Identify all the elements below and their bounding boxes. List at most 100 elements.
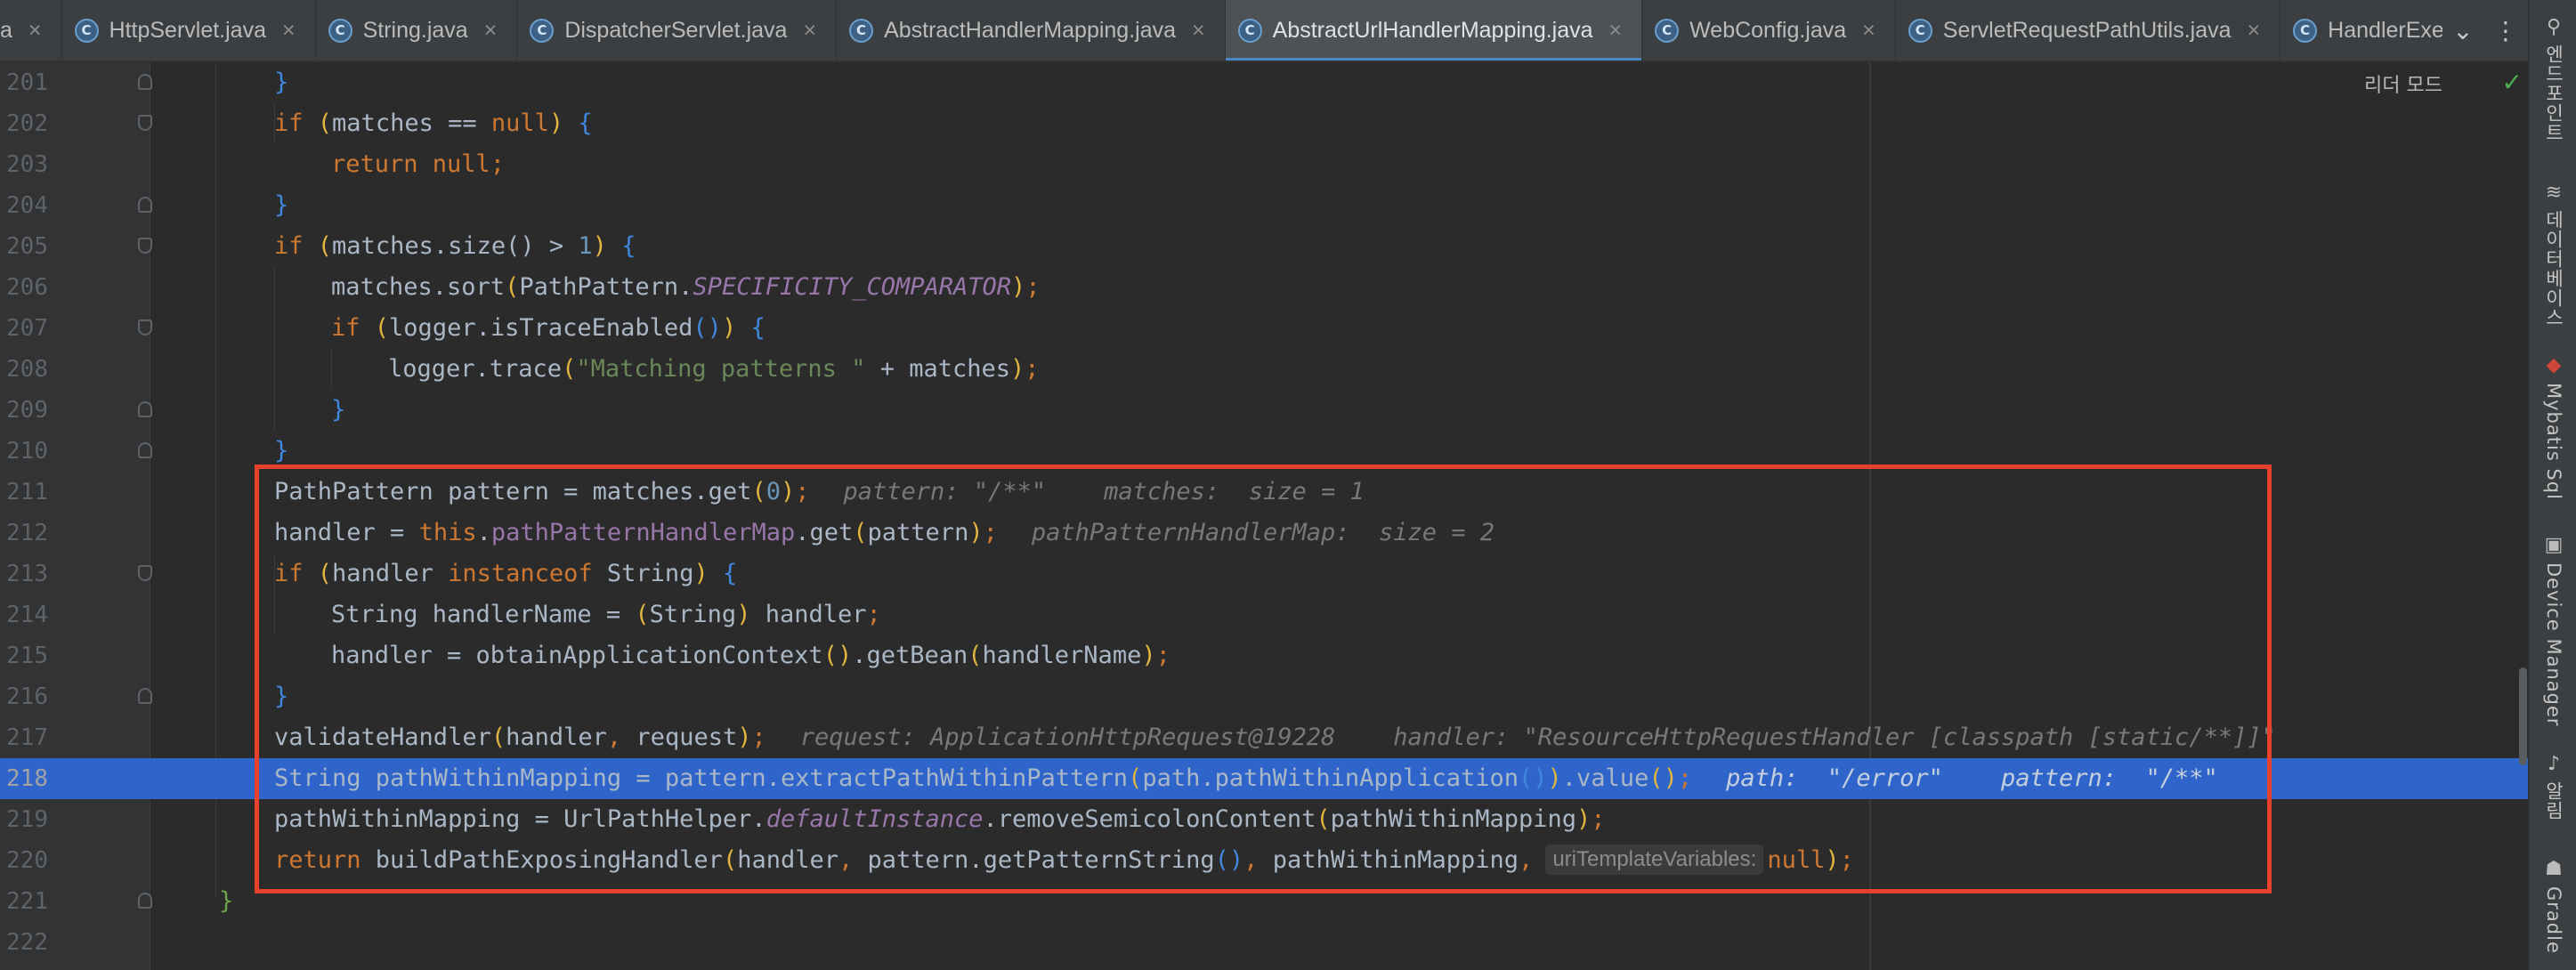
line-number: 220 bbox=[6, 847, 48, 874]
code-line-201[interactable]: 201 } bbox=[0, 62, 2528, 103]
notifications-icon: ♪ bbox=[2547, 752, 2561, 775]
close-icon[interactable]: × bbox=[282, 18, 296, 44]
code-text: matches.sort(PathPattern.SPECIFICITY_COM… bbox=[331, 273, 1041, 301]
device-manager-icon: ▣ bbox=[2544, 533, 2564, 556]
tab-label: AbstractHandlerMapping.java bbox=[884, 17, 1177, 43]
tab-label: ServletRequestPathUtils.java bbox=[1942, 17, 2232, 43]
code-text: logger.trace("Matching patterns " + matc… bbox=[388, 355, 1040, 383]
line-number: 211 bbox=[6, 479, 48, 505]
code-text: return null; bbox=[331, 150, 506, 178]
line-number: 221 bbox=[6, 888, 48, 915]
close-icon[interactable]: × bbox=[1192, 18, 1205, 44]
tab-label: WebConfig.java bbox=[1689, 17, 1847, 43]
fold-marker-icon[interactable] bbox=[138, 893, 152, 909]
class-icon: C bbox=[328, 18, 352, 43]
code-line-209[interactable]: 209 } bbox=[0, 390, 2528, 431]
fold-marker-icon[interactable] bbox=[138, 565, 152, 581]
fold-marker-icon[interactable] bbox=[138, 319, 152, 335]
class-icon: C bbox=[74, 18, 99, 43]
ide-window: a × C HttpServlet.java × C String.java ×… bbox=[0, 0, 2576, 970]
code-editor[interactable]: 201 } 202 if (matches == null) { 203 ret… bbox=[0, 62, 2528, 970]
tool-window-database[interactable]: ≋ 데이터베이스 bbox=[2530, 181, 2576, 328]
line-number: 210 bbox=[6, 438, 48, 465]
class-icon: C bbox=[1655, 18, 1680, 43]
tab-dispatcherservlet[interactable]: C DispatcherServlet.java × bbox=[517, 0, 838, 61]
line-number: 215 bbox=[6, 643, 48, 669]
close-icon[interactable]: × bbox=[28, 18, 42, 44]
code-line-206[interactable]: 206 matches.sort(PathPattern.SPECIFICITY… bbox=[0, 267, 2528, 308]
mybatis-icon: ◆ bbox=[2546, 353, 2562, 376]
code-text: } bbox=[219, 887, 234, 915]
close-icon[interactable]: × bbox=[803, 18, 816, 44]
tab-abstracturlhandlermapping[interactable]: C AbstractUrlHandlerMapping.java × bbox=[1225, 0, 1643, 61]
fold-marker-icon[interactable] bbox=[138, 442, 152, 458]
code-line-208[interactable]: 208 logger.trace("Matching patterns " + … bbox=[0, 349, 2528, 390]
tool-window-notifications[interactable]: ♪ 알림 bbox=[2530, 752, 2576, 821]
tool-window-device-manager[interactable]: ▣ Device Manager bbox=[2530, 534, 2576, 727]
line-number: 209 bbox=[6, 397, 48, 424]
tab-label: AbstractUrlHandlerMapping.java bbox=[1272, 17, 1593, 43]
abstract-class-icon: C bbox=[1237, 18, 1262, 43]
tool-window-endpoints[interactable]: ⚲ 엔드포인트 bbox=[2530, 16, 2576, 143]
tab-label: a bbox=[0, 17, 12, 43]
tab-string[interactable]: C String.java × bbox=[316, 0, 518, 61]
tool-window-gradle[interactable]: ☗ Gradle bbox=[2530, 858, 2576, 954]
editor-scrollbar-thumb[interactable] bbox=[2519, 667, 2527, 765]
line-number: 208 bbox=[6, 356, 48, 383]
tab-label: DispatcherServlet.java bbox=[564, 17, 788, 43]
tab-partial[interactable]: a × bbox=[0, 0, 62, 61]
tab-servletrequestpathutils[interactable]: C ServletRequestPathUtils.java × bbox=[1896, 0, 2281, 61]
red-highlight-annotation bbox=[255, 465, 2272, 893]
fold-marker-icon[interactable] bbox=[138, 238, 152, 254]
code-text: } bbox=[274, 69, 289, 96]
line-number: 218 bbox=[6, 765, 48, 792]
code-text: if (matches == null) { bbox=[274, 109, 593, 137]
code-line-202[interactable]: 202 if (matches == null) { bbox=[0, 103, 2528, 144]
line-number: 214 bbox=[6, 602, 48, 628]
fold-marker-icon[interactable] bbox=[138, 688, 152, 704]
tab-webconfig[interactable]: C WebConfig.java × bbox=[1642, 0, 1896, 61]
close-icon[interactable]: × bbox=[484, 18, 498, 44]
tab-abstracthandlermapping[interactable]: C AbstractHandlerMapping.java × bbox=[837, 0, 1226, 61]
class-icon: C bbox=[530, 18, 555, 43]
fold-marker-icon[interactable] bbox=[138, 197, 152, 213]
code-text: } bbox=[331, 396, 346, 424]
line-number: 201 bbox=[6, 69, 48, 96]
abstract-class-icon: C bbox=[849, 18, 874, 43]
fold-marker-icon[interactable] bbox=[138, 401, 152, 417]
tab-httpservlet[interactable]: C HttpServlet.java × bbox=[62, 0, 316, 61]
line-number: 219 bbox=[6, 806, 48, 833]
inspection-ok-check-icon[interactable]: ✓ bbox=[2502, 68, 2523, 97]
line-number: 217 bbox=[6, 724, 48, 751]
code-line-205[interactable]: 205 if (matches.size() > 1) { bbox=[0, 226, 2528, 267]
code-line-203[interactable]: 203 return null; bbox=[0, 144, 2528, 185]
code-text: if (matches.size() > 1) { bbox=[274, 232, 636, 260]
line-number: 222 bbox=[6, 929, 48, 956]
line-number: 216 bbox=[6, 683, 48, 710]
line-number: 206 bbox=[6, 274, 48, 301]
more-options-icon[interactable]: ⋮ bbox=[2493, 16, 2518, 45]
line-number: 213 bbox=[6, 561, 48, 587]
database-icon: ≋ bbox=[2545, 181, 2563, 204]
line-number: 204 bbox=[6, 192, 48, 219]
close-icon[interactable]: × bbox=[1609, 18, 1623, 44]
line-number: 202 bbox=[6, 110, 48, 137]
code-line-222[interactable]: 222 bbox=[0, 922, 2528, 963]
tool-window-mybatis-sql[interactable]: ◆ Mybatis Sql bbox=[2530, 354, 2576, 500]
line-number: 212 bbox=[6, 520, 48, 546]
close-icon[interactable]: × bbox=[1862, 18, 1875, 44]
fold-marker-icon[interactable] bbox=[138, 74, 152, 90]
code-text: if (logger.isTraceEnabled()) { bbox=[331, 314, 766, 342]
code-line-207[interactable]: 207 if (logger.isTraceEnabled()) { bbox=[0, 308, 2528, 349]
chevron-down-icon[interactable]: ⌄ bbox=[2452, 16, 2473, 45]
code-text: } bbox=[274, 191, 289, 219]
tab-tools: ⌄ ⋮ bbox=[2442, 0, 2528, 61]
close-icon[interactable]: × bbox=[2248, 18, 2261, 44]
line-number: 203 bbox=[6, 151, 48, 178]
fold-marker-icon[interactable] bbox=[138, 115, 152, 131]
right-tool-window-bar: ⚲ 엔드포인트 ≋ 데이터베이스 ◆ Mybatis Sql ▣ Device … bbox=[2528, 0, 2576, 970]
tab-label: HttpServlet.java bbox=[109, 17, 266, 43]
reader-mode-toggle[interactable]: 리더 모드 bbox=[2364, 69, 2442, 98]
abstract-class-icon: C bbox=[1908, 18, 1932, 43]
code-line-204[interactable]: 204 } bbox=[0, 185, 2528, 226]
